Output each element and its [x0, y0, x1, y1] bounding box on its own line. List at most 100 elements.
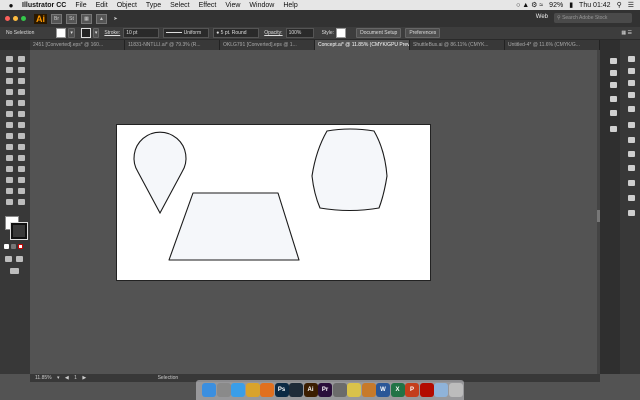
- selection-tool-icon[interactable]: [6, 56, 13, 62]
- column-graph-tool-icon[interactable]: [18, 177, 25, 183]
- minimize-window-button[interactable]: [13, 16, 18, 21]
- none-mode-icon[interactable]: [18, 244, 23, 249]
- tab-concept[interactable]: Concept.ai* @ 11.85% (CMYK/GPU Preview): [315, 40, 410, 50]
- premiere-icon[interactable]: Pr: [318, 383, 332, 397]
- battery-percent[interactable]: 92%: [549, 2, 563, 9]
- stroke-color-box[interactable]: [10, 222, 28, 240]
- menu-list-icon[interactable]: ☰: [628, 1, 634, 9]
- firefox-icon[interactable]: [260, 383, 274, 397]
- notes-icon[interactable]: [332, 383, 347, 397]
- libraries-panel-icon[interactable]: [610, 70, 617, 76]
- rotate-tool-icon[interactable]: [6, 122, 13, 128]
- artboard-number[interactable]: 1: [74, 375, 77, 381]
- clock[interactable]: Thu 01:42: [579, 2, 611, 9]
- preferences-button[interactable]: Preferences: [405, 28, 441, 38]
- zoom-level[interactable]: 11.85%: [35, 375, 52, 381]
- menu-type[interactable]: Type: [146, 2, 161, 9]
- magic-wand-tool-icon[interactable]: [6, 67, 13, 73]
- transparency-panel-icon[interactable]: [628, 106, 635, 112]
- tab-shuttlebus[interactable]: ShuttleBus.ai @ 86.11% (CMYK...: [410, 40, 505, 50]
- pathfinder-panel-icon[interactable]: [628, 80, 635, 86]
- screen-mode-icon[interactable]: [10, 268, 19, 274]
- menu-select[interactable]: Select: [170, 2, 189, 9]
- lightroom-icon[interactable]: [289, 383, 303, 397]
- rectangle-tool-icon[interactable]: [6, 100, 13, 106]
- document-setup-button[interactable]: Document Setup: [356, 28, 402, 38]
- menu-window[interactable]: Window: [249, 2, 274, 9]
- width-tool-icon[interactable]: [6, 133, 13, 139]
- workspace-switcher[interactable]: Web: [536, 14, 548, 20]
- swatches-panel-icon[interactable]: [610, 96, 617, 102]
- stroke-panel-icon[interactable]: [628, 122, 635, 128]
- gpu-performance-icon[interactable]: ▲: [96, 13, 107, 24]
- close-window-button[interactable]: [5, 16, 10, 21]
- lasso-tool-icon[interactable]: [18, 67, 25, 73]
- photoshop-icon[interactable]: Ps: [274, 383, 289, 397]
- direct-selection-tool-icon[interactable]: [18, 56, 25, 62]
- preview-icon[interactable]: [434, 383, 448, 397]
- finder-icon[interactable]: [202, 383, 216, 397]
- scrollbar-thumb[interactable]: [597, 210, 600, 222]
- menu-view[interactable]: View: [225, 2, 240, 9]
- menu-object[interactable]: Object: [117, 2, 137, 9]
- tab-2451[interactable]: 2451 [Converted].eps* @ 160...: [30, 40, 125, 50]
- safari-icon[interactable]: [231, 383, 245, 397]
- ibooks-icon[interactable]: [361, 383, 376, 397]
- line-tool-icon[interactable]: [18, 89, 25, 95]
- gradient-tool-icon[interactable]: [18, 155, 25, 161]
- stroke-swatch[interactable]: [80, 28, 91, 38]
- blend-tool-icon[interactable]: [18, 166, 25, 172]
- hand-tool-icon[interactable]: [6, 199, 13, 205]
- illustrator-icon[interactable]: Ai: [303, 383, 318, 397]
- app-menu[interactable]: Illustrator CC: [22, 2, 66, 9]
- trash-icon[interactable]: [448, 383, 463, 397]
- bridge-icon[interactable]: Br: [51, 13, 62, 24]
- properties-panel-icon[interactable]: [610, 58, 617, 64]
- scale-tool-icon[interactable]: [18, 122, 25, 128]
- artboard-tool-icon[interactable]: [6, 188, 13, 194]
- menu-edit[interactable]: Edit: [96, 2, 108, 9]
- acrobat-icon[interactable]: [419, 383, 434, 397]
- align-panel-icon[interactable]: [628, 68, 635, 74]
- menu-effect[interactable]: Effect: [199, 2, 217, 9]
- shape-builder-tool-icon[interactable]: [6, 144, 13, 150]
- graphic-styles-panel-icon[interactable]: [628, 180, 635, 186]
- powerpoint-icon[interactable]: P: [405, 383, 419, 397]
- color-mode-icon[interactable]: [4, 244, 9, 249]
- stickies-icon[interactable]: [347, 383, 361, 397]
- send-icon[interactable]: ➤: [111, 15, 120, 23]
- adobe-stock-search[interactable]: ⚲ Search Adobe Stock: [554, 13, 632, 23]
- character-panel-icon[interactable]: [628, 137, 635, 143]
- color-panel-icon[interactable]: [610, 82, 617, 88]
- free-transform-tool-icon[interactable]: [18, 133, 25, 139]
- arrange-documents-icon[interactable]: ▦: [81, 13, 92, 24]
- layers-panel-icon[interactable]: [628, 195, 635, 201]
- align-icon[interactable]: ▦ ☰: [621, 30, 632, 36]
- paintbrush-tool-icon[interactable]: [18, 100, 25, 106]
- transform-panel-icon[interactable]: [628, 56, 635, 62]
- next-artboard-icon[interactable]: ▶: [82, 375, 86, 381]
- stroke-dropdown[interactable]: ▾: [92, 28, 100, 38]
- tab-oklg791[interactable]: OKLG791 [Converted].eps @ 1...: [220, 40, 315, 50]
- appearance-panel-icon[interactable]: [628, 165, 635, 171]
- status-icons[interactable]: ○ ▲ ⚙ ≈: [516, 1, 543, 9]
- paragraph-panel-icon[interactable]: [628, 151, 635, 157]
- tab-untitled-4[interactable]: Untitled-4* @ 11.6% (CMYK/G...: [505, 40, 600, 50]
- fill-dropdown[interactable]: ▾: [68, 28, 75, 38]
- curvature-tool-icon[interactable]: [18, 78, 25, 84]
- artboard[interactable]: [116, 124, 431, 281]
- brush-definition[interactable]: ● 5 pt. Round: [213, 28, 260, 38]
- zoom-window-button[interactable]: [21, 16, 26, 21]
- excel-icon[interactable]: X: [390, 383, 405, 397]
- previous-artboard-icon[interactable]: ◀: [65, 375, 69, 381]
- perspective-grid-tool-icon[interactable]: [18, 144, 25, 150]
- search-icon[interactable]: ⚲: [617, 1, 622, 9]
- fill-swatch[interactable]: [56, 28, 67, 38]
- pen-tool-icon[interactable]: [6, 78, 13, 84]
- links-panel-icon[interactable]: [628, 92, 635, 98]
- draw-mode-icon[interactable]: [5, 256, 12, 262]
- menu-file[interactable]: File: [75, 2, 86, 9]
- opacity-field[interactable]: 100%: [285, 28, 314, 38]
- apple-icon[interactable]: ●: [7, 1, 15, 10]
- play-actions-icon[interactable]: [610, 126, 617, 132]
